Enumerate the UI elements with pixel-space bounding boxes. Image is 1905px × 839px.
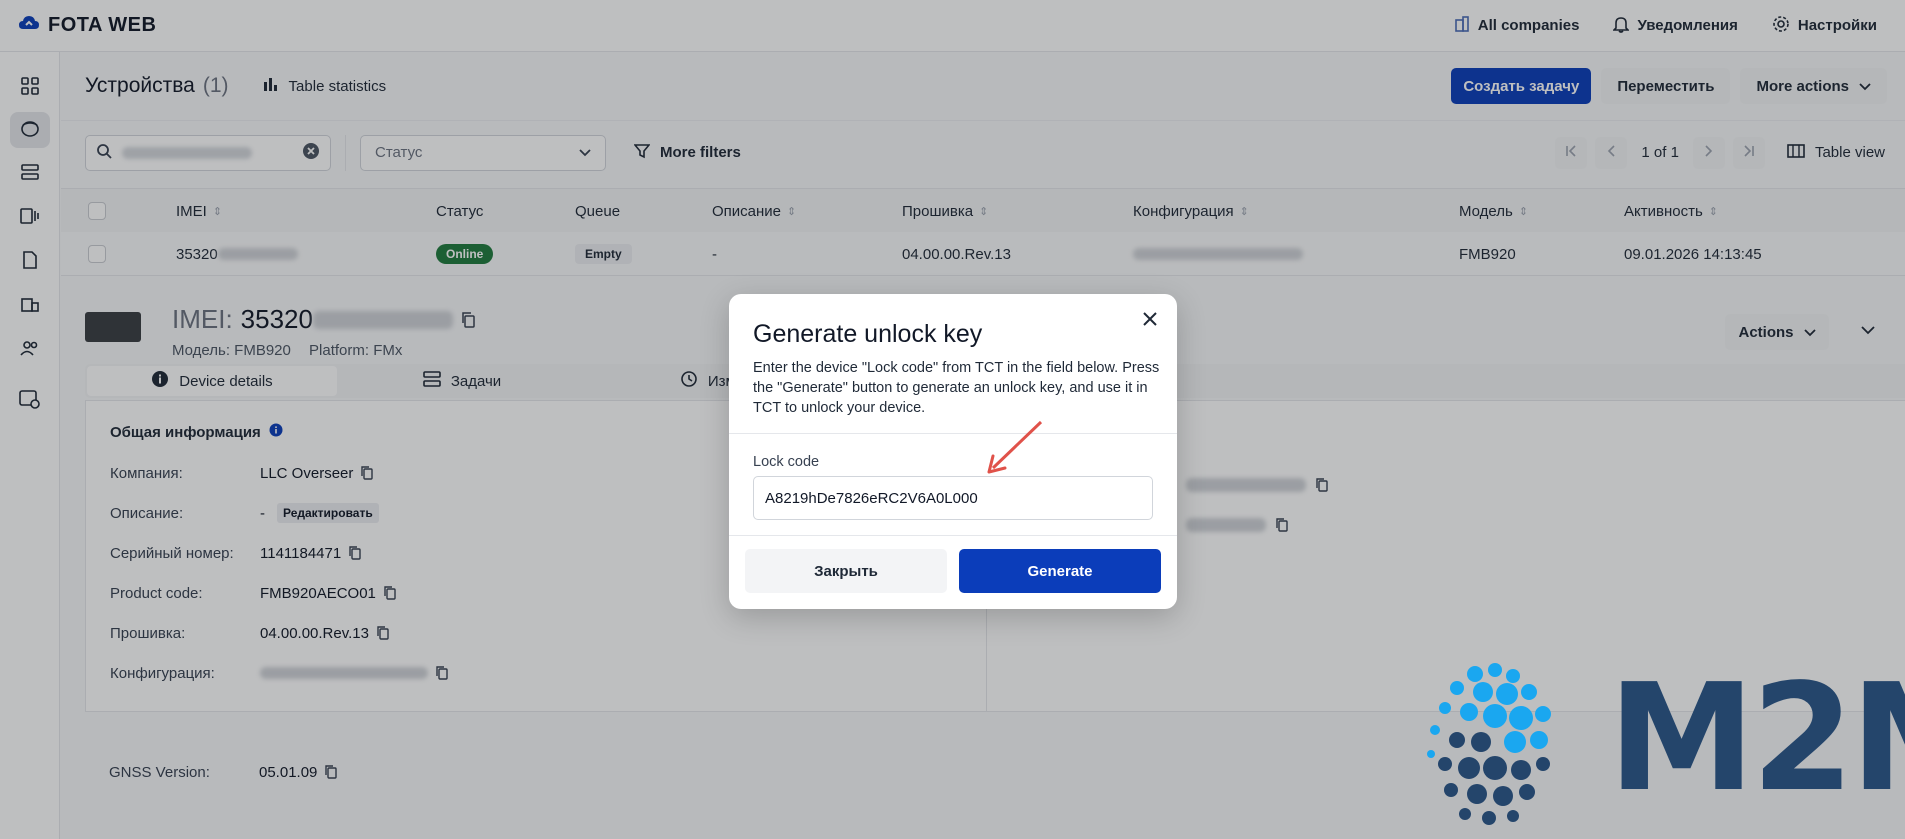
- close-icon: [1143, 312, 1157, 330]
- dialog-description: Enter the device "Lock code" from TCT in…: [753, 360, 1160, 416]
- close-dialog-button[interactable]: [1135, 306, 1165, 336]
- annotation-arrow: [985, 420, 1045, 480]
- dialog-title: Generate unlock key: [753, 320, 983, 348]
- generate-button[interactable]: Generate: [959, 549, 1161, 593]
- close-button[interactable]: Закрыть: [745, 549, 947, 593]
- generate-unlock-key-dialog: Generate unlock key Enter the device "Lo…: [729, 294, 1177, 609]
- m2m-globe-logo: [1395, 660, 1595, 839]
- lock-code-input[interactable]: [753, 476, 1153, 520]
- lock-code-label: Lock code: [753, 454, 820, 470]
- divider: [729, 433, 1177, 434]
- m2m-watermark-text: M2M: [1608, 652, 1905, 824]
- divider: [729, 535, 1177, 536]
